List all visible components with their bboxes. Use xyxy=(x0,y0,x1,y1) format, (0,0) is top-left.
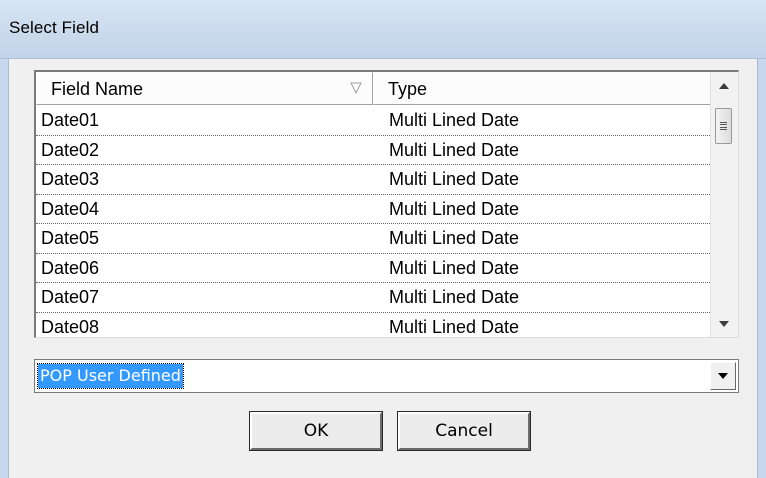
field-type-cell: Multi Lined Date xyxy=(389,169,520,189)
table-row[interactable]: Date07 Multi Lined Date xyxy=(36,283,712,313)
field-type-cell: Multi Lined Date xyxy=(389,198,520,219)
table-row[interactable]: Date05 Multi Lined Date xyxy=(36,224,712,254)
table-row[interactable]: Date03 Multi Lined Date xyxy=(36,165,712,195)
field-type-cell: Multi Lined Date xyxy=(389,257,520,278)
table-row[interactable]: Date01 Multi Lined Date xyxy=(36,106,712,136)
field-name-cell: Date07 xyxy=(41,287,100,307)
combobox-selected-value: POP User Defined xyxy=(37,363,184,389)
column-header-label: Field Name xyxy=(51,79,144,99)
list-rows: Date01 Multi Lined Date Date02 Multi Lin… xyxy=(36,106,712,338)
scroll-up-button[interactable] xyxy=(713,75,735,97)
grip-icon xyxy=(720,121,727,131)
field-type-cell: Multi Lined Date xyxy=(389,139,520,160)
field-list[interactable]: Field Name Type Date01 Multi Lined Date … xyxy=(34,70,739,338)
category-combobox[interactable]: POP User Defined xyxy=(34,359,739,393)
field-type-cell: Multi Lined Date xyxy=(389,228,520,248)
field-name-cell: Date05 xyxy=(41,228,100,248)
dropdown-button[interactable] xyxy=(710,362,736,390)
field-name-cell: Date06 xyxy=(41,257,100,278)
sort-triangle-icon xyxy=(350,82,362,94)
table-row[interactable]: Date04 Multi Lined Date xyxy=(36,195,712,224)
field-name-cell: Date03 xyxy=(41,169,100,189)
scroll-down-button[interactable] xyxy=(713,313,735,335)
column-header-label: Type xyxy=(388,79,428,99)
window-frame-right xyxy=(757,59,766,478)
window-frame-left xyxy=(0,59,9,478)
field-name-cell: Date02 xyxy=(41,139,100,160)
list-header: Field Name Type xyxy=(36,72,712,108)
field-type-cell: Multi Lined Date xyxy=(389,287,520,307)
scroll-up-arrow-icon xyxy=(719,83,729,89)
field-name-cell: Date04 xyxy=(41,198,100,219)
table-row[interactable]: Date06 Multi Lined Date xyxy=(36,254,712,283)
dropdown-arrow-icon xyxy=(718,373,728,379)
column-header-field-name[interactable]: Field Name xyxy=(36,72,373,105)
title-bar[interactable]: Select Field xyxy=(0,0,766,59)
field-name-cell: Date01 xyxy=(41,110,100,130)
ok-button[interactable]: OK xyxy=(249,411,383,451)
table-row[interactable]: Date08 Multi Lined Date xyxy=(36,313,712,338)
select-field-dialog: Select Field Field Name Type Date01 Mult… xyxy=(0,0,766,478)
table-row[interactable]: Date02 Multi Lined Date xyxy=(36,136,712,165)
field-type-cell: Multi Lined Date xyxy=(389,316,520,337)
vertical-scrollbar[interactable] xyxy=(710,72,738,337)
scroll-down-arrow-icon xyxy=(719,321,729,327)
cancel-button[interactable]: Cancel xyxy=(397,411,531,451)
column-header-type[interactable]: Type xyxy=(373,72,712,105)
field-type-cell: Multi Lined Date xyxy=(389,110,520,130)
field-name-cell: Date08 xyxy=(41,316,100,337)
scroll-thumb[interactable] xyxy=(715,108,732,144)
dialog-title: Select Field xyxy=(9,18,100,37)
